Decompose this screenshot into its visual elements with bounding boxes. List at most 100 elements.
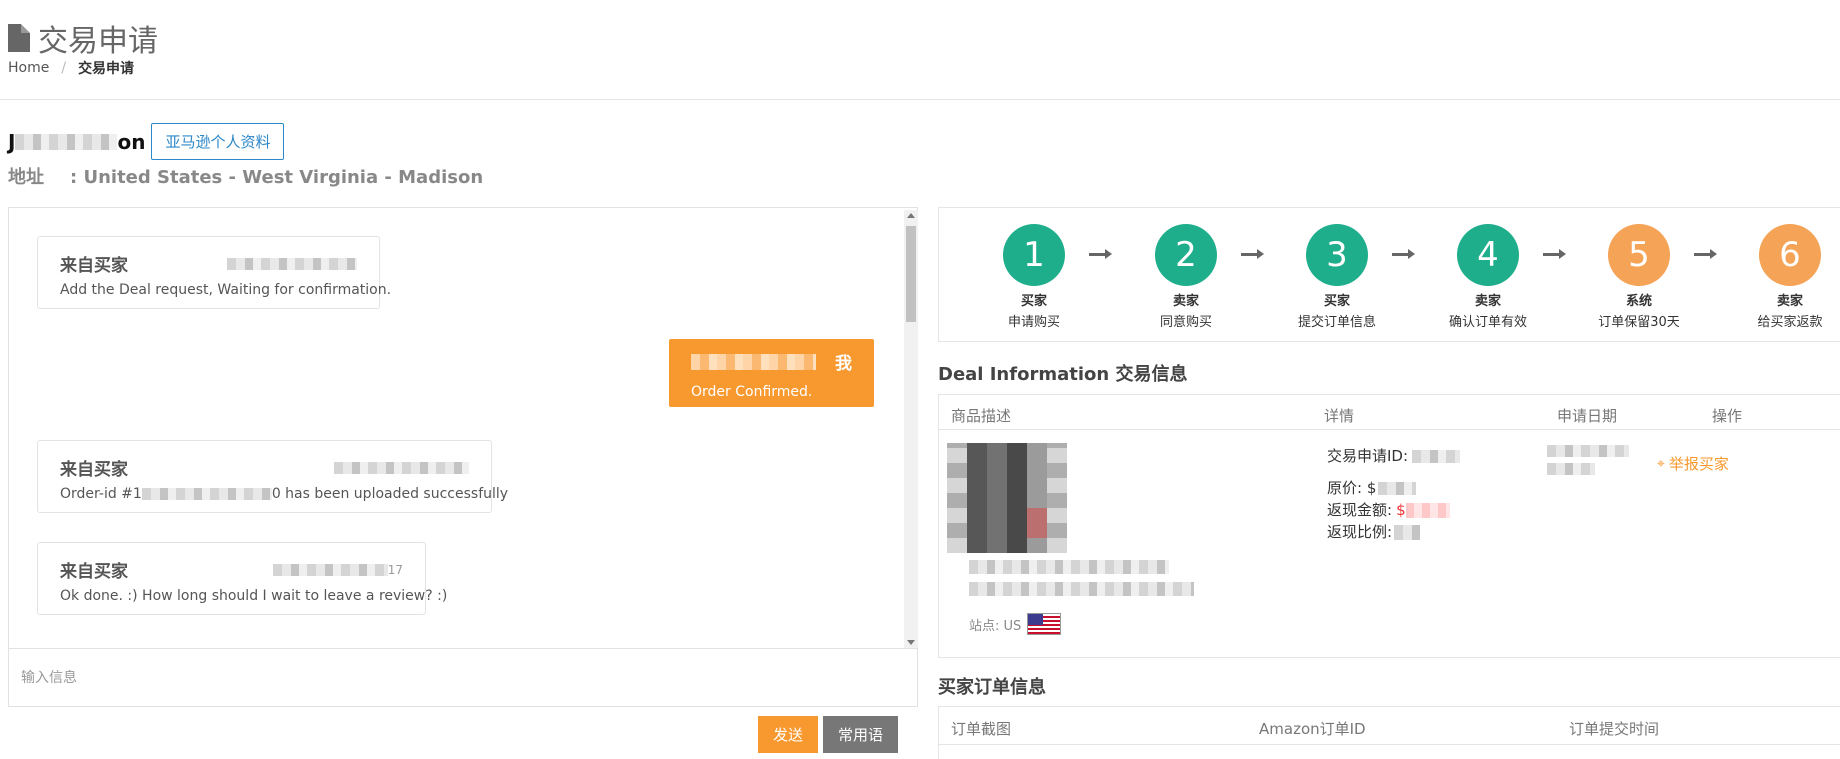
step-description: 确认订单有效 bbox=[1448, 315, 1527, 330]
cashback-ratio-row: 返现比例: bbox=[1327, 521, 1460, 543]
chat-message: 来自买家 Order-id #1 0 has been uploaded succ… bbox=[37, 440, 508, 513]
step-5: 5 系统 订单保留30天 bbox=[1584, 224, 1694, 330]
chat-scrollbar[interactable] bbox=[904, 210, 918, 648]
breadcrumb-home-link[interactable]: Home bbox=[8, 60, 49, 76]
page-header: 交易申请 Home / 交易申请 bbox=[0, 0, 1840, 100]
message-time bbox=[227, 257, 357, 270]
crosshair-icon: ⌖ bbox=[1657, 455, 1665, 472]
chat-message: 来自买家 Add the Deal request, Waiting for c… bbox=[37, 236, 392, 309]
amazon-profile-button[interactable]: 亚马逊个人资料 bbox=[151, 123, 285, 160]
step-actor: 买家 bbox=[1020, 294, 1047, 309]
arrow-right-icon bbox=[1543, 249, 1567, 259]
cashback-amount-label: 返现金额: bbox=[1327, 501, 1393, 519]
chat-messages[interactable]: 来自买家 Add the Deal request, Waiting for c… bbox=[9, 208, 901, 648]
step-actor: 买家 bbox=[1323, 294, 1350, 309]
buyer-address: 地址 : United States - West Virginia - Madi… bbox=[8, 163, 483, 189]
message-sender-me: 我 bbox=[835, 354, 852, 374]
step-description: 申请购买 bbox=[1007, 315, 1060, 330]
column-header: 申请日期 bbox=[1557, 407, 1618, 425]
address-value: : United States - West Virginia - Madiso… bbox=[70, 167, 484, 188]
redacted-order-id bbox=[141, 488, 272, 500]
deal-table-header: 商品描述 详情 申请日期 操作 bbox=[939, 395, 1840, 430]
address-label: 地址 bbox=[8, 167, 44, 188]
arrow-right-icon bbox=[1392, 249, 1416, 259]
breadcrumb-separator: / bbox=[61, 60, 67, 76]
scroll-up-arrow-icon[interactable] bbox=[907, 213, 915, 218]
redacted-ratio bbox=[1394, 524, 1421, 540]
redacted-time bbox=[227, 257, 357, 270]
cashback-currency: $ bbox=[1396, 501, 1406, 519]
buyer-name-end: on bbox=[117, 129, 146, 154]
step-1: 1 买家 申请购买 bbox=[979, 224, 1089, 330]
step-description: 同意购买 bbox=[1159, 315, 1212, 330]
message-sender: 来自买家 bbox=[60, 562, 128, 582]
chat-panel: 来自买家 Add the Deal request, Waiting for c… bbox=[8, 207, 918, 707]
step-actor: 卖家 bbox=[1474, 294, 1501, 309]
step-description: 给买家返款 bbox=[1757, 315, 1823, 330]
product-description[interactable] bbox=[969, 560, 1194, 604]
step-3: 3 买家 提交订单信息 bbox=[1282, 224, 1392, 330]
message-sender: 来自买家 bbox=[60, 256, 128, 276]
column-header: 订单提交时间 bbox=[1569, 720, 1660, 738]
arrow-right-icon bbox=[1241, 249, 1265, 259]
original-price-row: 原价: $ bbox=[1327, 477, 1460, 499]
step-number: 1 bbox=[1003, 224, 1065, 286]
send-button[interactable]: 发送 bbox=[758, 716, 818, 753]
buyer-name: J on bbox=[8, 130, 145, 154]
column-header: Amazon订单ID bbox=[1259, 720, 1366, 738]
redacted-time bbox=[691, 353, 816, 370]
step-6: 6 卖家 给买家返款 bbox=[1735, 224, 1840, 330]
column-header: 详情 bbox=[1324, 407, 1355, 425]
redacted-time bbox=[334, 461, 469, 474]
scroll-down-arrow-icon[interactable] bbox=[907, 640, 915, 645]
step-actor: 卖家 bbox=[1172, 294, 1199, 309]
message-input[interactable] bbox=[9, 649, 917, 706]
page-title-text: 交易申请 bbox=[38, 24, 158, 59]
message-text-end: 0 has been uploaded successfully bbox=[271, 486, 509, 502]
order-section-title: 买家订单信息 bbox=[938, 677, 1046, 698]
page-title: 交易申请 bbox=[8, 16, 158, 60]
message-text: Order-id #1 0 has been uploaded successfu… bbox=[60, 486, 508, 502]
chat-message: 来自买家 17 Ok done. :) How long should I wa… bbox=[37, 542, 448, 615]
message-text: Add the Deal request, Waiting for confir… bbox=[60, 282, 392, 298]
order-table: 订单截图 Amazon订单ID 订单提交时间 bbox=[938, 706, 1840, 759]
arrow-right-icon bbox=[1089, 249, 1113, 259]
message-time-suffix: 17 bbox=[387, 562, 403, 577]
deal-section-title: Deal Information 交易信息 bbox=[938, 364, 1188, 385]
message-time bbox=[334, 461, 469, 474]
message-text: Order Confirmed. bbox=[691, 384, 813, 400]
message-text-start: Order-id #1 bbox=[60, 486, 142, 502]
chat-message-mine: 我 Order Confirmed. bbox=[669, 339, 874, 407]
step-2: 2 卖家 同意购买 bbox=[1131, 224, 1241, 330]
column-header: 操作 bbox=[1712, 407, 1743, 425]
site-label: 站点: US bbox=[969, 618, 1022, 634]
message-sender: 来自买家 bbox=[60, 460, 128, 480]
deal-table: 商品描述 详情 申请日期 操作 站点: US 交易申请ID: 原价: $ 返现金… bbox=[938, 394, 1840, 658]
redacted-cashback bbox=[1405, 502, 1450, 518]
scroll-thumb[interactable] bbox=[906, 226, 916, 322]
common-phrases-button[interactable]: 常用语 bbox=[823, 716, 898, 753]
buyer-row: J on 亚马逊个人资料 bbox=[8, 123, 285, 160]
us-flag-icon bbox=[1027, 613, 1062, 635]
original-price-label: 原价: $ bbox=[1327, 479, 1377, 497]
redacted-name bbox=[15, 133, 118, 150]
step-description: 提交订单信息 bbox=[1297, 315, 1376, 330]
arrow-right-icon bbox=[1694, 249, 1718, 259]
cashback-amount-row: 返现金额: $ bbox=[1327, 499, 1460, 521]
column-header: 商品描述 bbox=[951, 407, 1012, 425]
site-line: 站点: US bbox=[969, 613, 1062, 635]
message-time: 17 bbox=[272, 562, 403, 577]
redacted-price bbox=[1378, 481, 1417, 495]
message-text: Ok done. :) How long should I wait to le… bbox=[60, 588, 448, 604]
step-number: 5 bbox=[1608, 224, 1670, 286]
redacted-time bbox=[1547, 463, 1595, 475]
step-description: 订单保留30天 bbox=[1598, 315, 1680, 330]
buyer-name-start: J bbox=[8, 129, 16, 154]
column-header: 订单截图 bbox=[951, 720, 1012, 738]
report-buyer-link[interactable]: ⌖ 举报买家 bbox=[1657, 453, 1729, 474]
document-icon bbox=[8, 24, 30, 52]
progress-steps: 1 买家 申请购买 2 卖家 同意购买 3 买家 提交订单信息 4 卖家 确认订… bbox=[938, 207, 1840, 342]
breadcrumb: Home / 交易申请 bbox=[8, 58, 134, 78]
redacted-request-id bbox=[1412, 449, 1461, 463]
product-image[interactable] bbox=[947, 443, 1067, 553]
